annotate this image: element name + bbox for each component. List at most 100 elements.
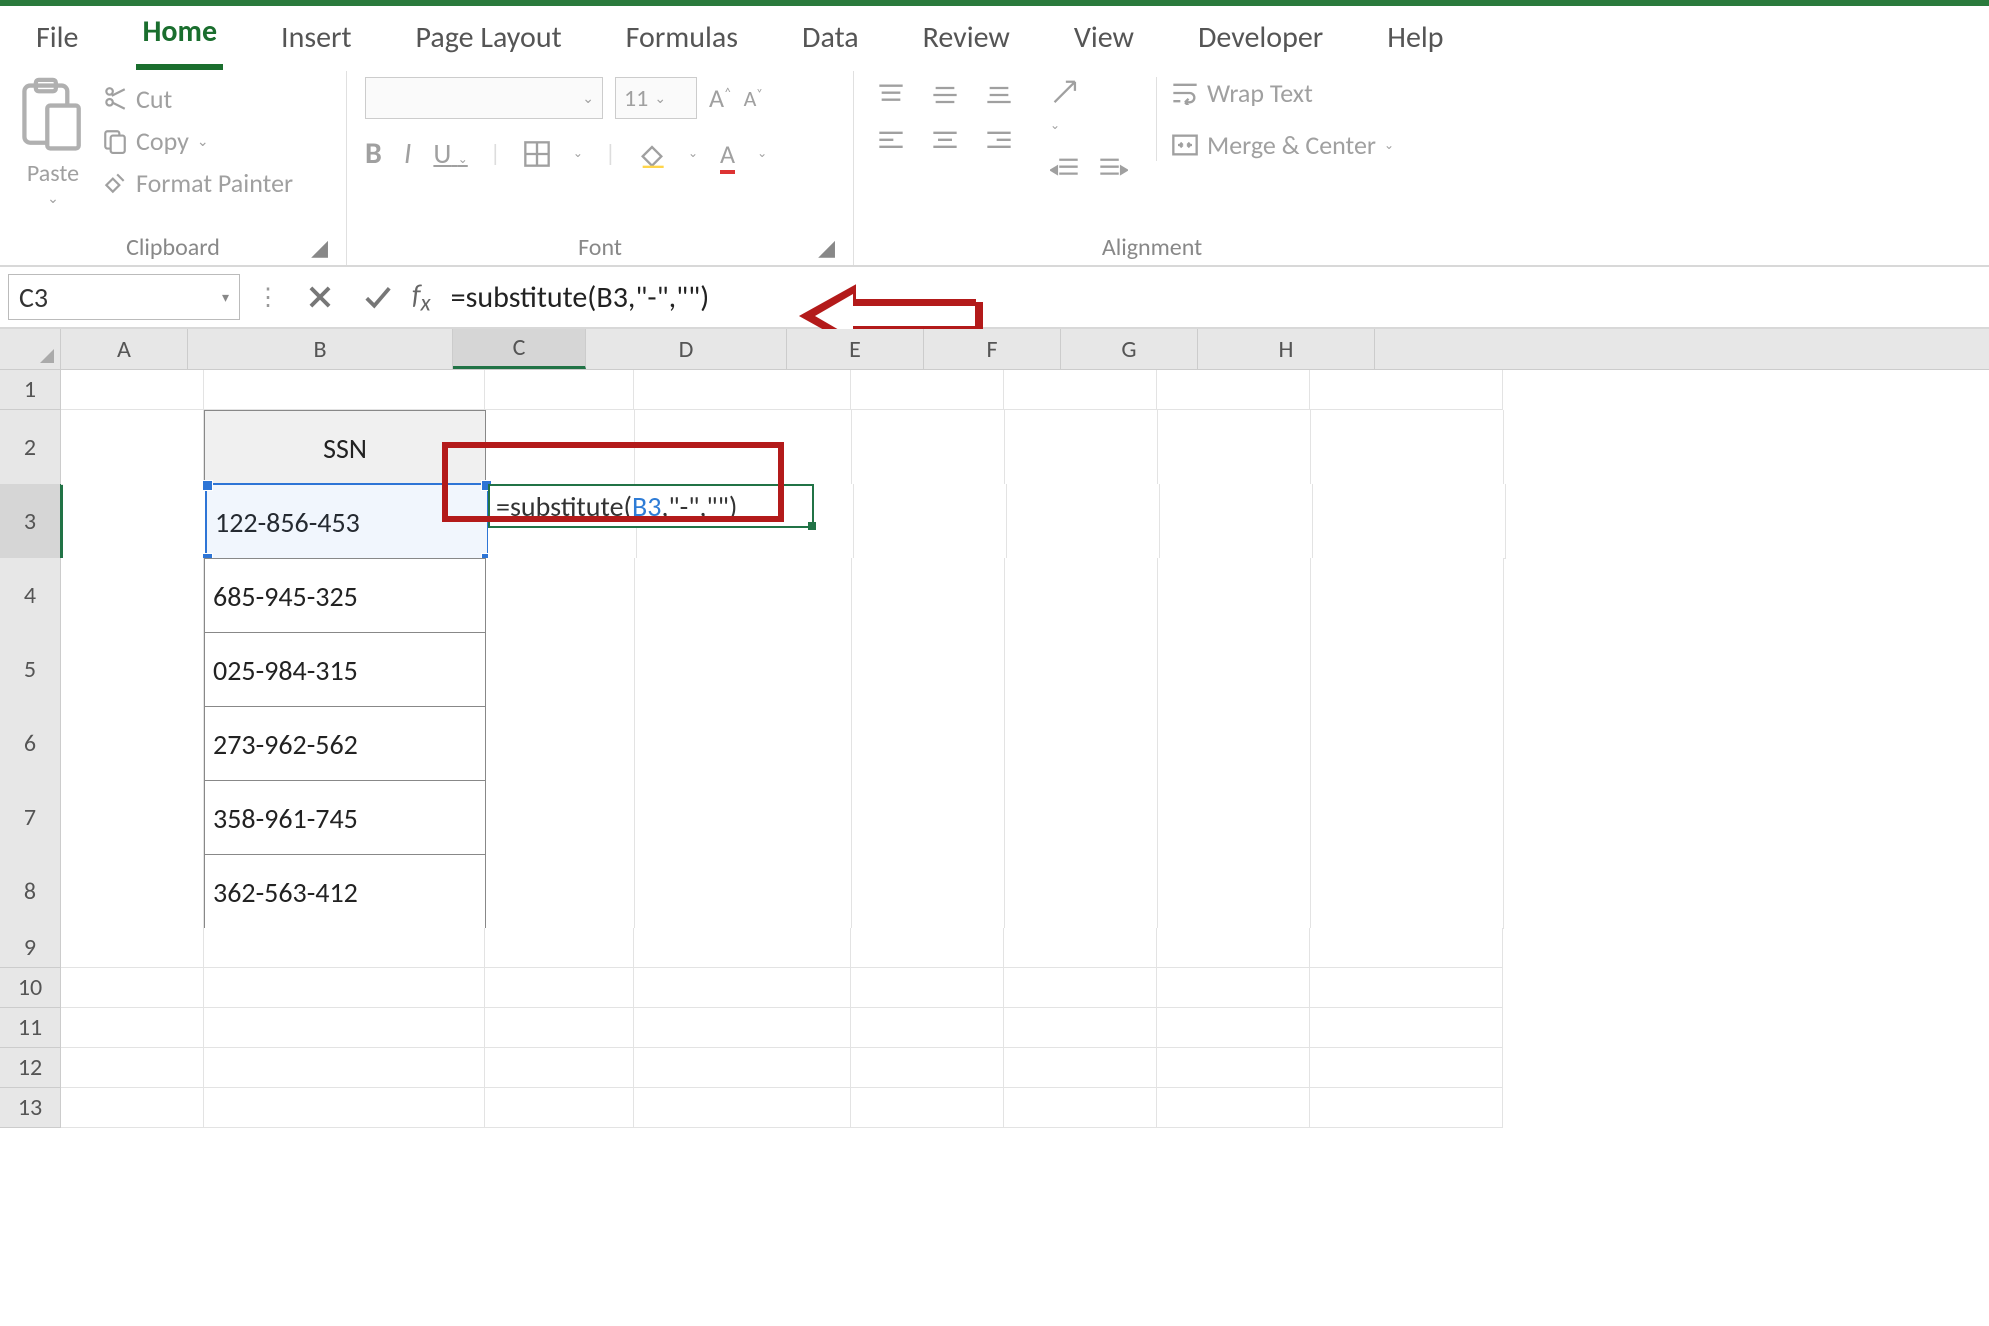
- cell-B7[interactable]: 358-961-745: [204, 780, 486, 856]
- cell-A3[interactable]: [63, 484, 206, 559]
- tab-insert[interactable]: Insert: [275, 9, 358, 70]
- cell-H6[interactable]: [1311, 706, 1504, 781]
- cell-C2[interactable]: [486, 410, 635, 485]
- cell-F6[interactable]: [1005, 706, 1158, 781]
- cell-E11[interactable]: [851, 1008, 1004, 1048]
- cell-editor[interactable]: =substitute(B3,"-",""): [488, 484, 814, 528]
- cell-E2[interactable]: [852, 410, 1005, 485]
- cell-A1[interactable]: [61, 370, 204, 410]
- row-header[interactable]: 12: [0, 1048, 61, 1088]
- bold-button[interactable]: B: [365, 135, 382, 172]
- orientation-button[interactable]: ⌄: [1050, 77, 1128, 136]
- cell-G11[interactable]: [1157, 1008, 1310, 1048]
- row-header[interactable]: 6: [0, 706, 61, 781]
- cell-B13[interactable]: [204, 1088, 485, 1128]
- cell-B3[interactable]: 122-856-453: [206, 484, 488, 560]
- cell-G2[interactable]: [1158, 410, 1311, 485]
- cell-F7[interactable]: [1005, 780, 1158, 855]
- cell-H7[interactable]: [1311, 780, 1504, 855]
- row-header[interactable]: 13: [0, 1088, 61, 1128]
- cell-B6[interactable]: 273-962-562: [204, 706, 486, 782]
- row-header[interactable]: 2: [0, 410, 61, 485]
- font-dialog-launcher-icon[interactable]: ◢: [818, 234, 835, 261]
- format-painter-button[interactable]: Format Painter: [102, 167, 293, 199]
- column-header-C[interactable]: C: [453, 329, 586, 369]
- cell-G7[interactable]: [1158, 780, 1311, 855]
- cell-F5[interactable]: [1005, 632, 1158, 707]
- align-middle-icon[interactable]: [931, 83, 959, 107]
- paste-icon[interactable]: [18, 77, 88, 157]
- cell-A7[interactable]: [61, 780, 204, 855]
- cell-B11[interactable]: [204, 1008, 485, 1048]
- borders-button[interactable]: [523, 140, 551, 168]
- cell-C11[interactable]: [485, 1008, 634, 1048]
- tab-file[interactable]: File: [30, 9, 84, 70]
- cell-D5[interactable]: [635, 632, 852, 707]
- clipboard-dialog-launcher-icon[interactable]: ◢: [311, 234, 328, 261]
- column-header-B[interactable]: B: [188, 329, 453, 369]
- cell-C9[interactable]: [485, 928, 634, 968]
- cell-D9[interactable]: [634, 928, 851, 968]
- select-all-corner[interactable]: [0, 329, 61, 369]
- formula-input[interactable]: =substitute(B3,"-",""): [451, 275, 1979, 319]
- cell-G9[interactable]: [1157, 928, 1310, 968]
- cell-H4[interactable]: [1311, 558, 1504, 633]
- increase-indent-icon[interactable]: [1098, 156, 1128, 182]
- cell-C3[interactable]: =substitute(B3,"-",""): [488, 484, 637, 559]
- cell-D12[interactable]: [634, 1048, 851, 1088]
- column-header-E[interactable]: E: [787, 329, 924, 369]
- copy-dropdown-icon[interactable]: ⌄: [197, 133, 209, 150]
- cell-G5[interactable]: [1158, 632, 1311, 707]
- cell-E5[interactable]: [852, 632, 1005, 707]
- align-center-icon[interactable]: [931, 129, 959, 153]
- cell-D1[interactable]: [634, 370, 851, 410]
- cell-A10[interactable]: [61, 968, 204, 1008]
- align-bottom-icon[interactable]: [985, 83, 1013, 107]
- tab-developer[interactable]: Developer: [1192, 9, 1329, 70]
- cell-D7[interactable]: [635, 780, 852, 855]
- cell-C13[interactable]: [485, 1088, 634, 1128]
- cell-E8[interactable]: [852, 854, 1005, 929]
- cell-C7[interactable]: [486, 780, 635, 855]
- row-header[interactable]: 11: [0, 1008, 61, 1048]
- font-size-select[interactable]: 11 ⌄: [615, 77, 697, 119]
- column-header-H[interactable]: H: [1198, 329, 1375, 369]
- cell-B2[interactable]: SSN: [204, 410, 486, 486]
- tab-data[interactable]: Data: [796, 9, 865, 70]
- row-header[interactable]: 5: [0, 632, 61, 707]
- cut-button[interactable]: Cut: [102, 83, 293, 115]
- cell-D10[interactable]: [634, 968, 851, 1008]
- cell-G13[interactable]: [1157, 1088, 1310, 1128]
- cell-B4[interactable]: 685-945-325: [204, 558, 486, 634]
- cell-G1[interactable]: [1157, 370, 1310, 410]
- cell-D11[interactable]: [634, 1008, 851, 1048]
- cell-C8[interactable]: [486, 854, 635, 929]
- cell-B9[interactable]: [204, 928, 485, 968]
- cell-A8[interactable]: [61, 854, 204, 929]
- decrease-indent-icon[interactable]: [1050, 156, 1080, 182]
- cell-E6[interactable]: [852, 706, 1005, 781]
- cell-A4[interactable]: [61, 558, 204, 633]
- cell-E3[interactable]: [854, 484, 1007, 559]
- row-header[interactable]: 1: [0, 370, 61, 410]
- cancel-formula-button[interactable]: [296, 275, 344, 319]
- font-color-button[interactable]: A: [720, 138, 735, 170]
- cell-H12[interactable]: [1310, 1048, 1503, 1088]
- tab-home[interactable]: Home: [136, 3, 223, 70]
- fill-color-button[interactable]: [638, 140, 666, 168]
- cell-B10[interactable]: [204, 968, 485, 1008]
- cell-F2[interactable]: [1005, 410, 1158, 485]
- cell-B8[interactable]: 362-563-412: [204, 854, 486, 930]
- cell-B1[interactable]: [204, 370, 485, 410]
- cell-F1[interactable]: [1004, 370, 1157, 410]
- cell-H1[interactable]: [1310, 370, 1503, 410]
- row-header[interactable]: 3: [0, 484, 63, 559]
- tab-view[interactable]: View: [1068, 9, 1140, 70]
- tab-formulas[interactable]: Formulas: [620, 9, 744, 70]
- tab-help[interactable]: Help: [1381, 9, 1449, 70]
- cell-C1[interactable]: [485, 370, 634, 410]
- cell-H13[interactable]: [1310, 1088, 1503, 1128]
- row-header[interactable]: 9: [0, 928, 61, 968]
- cell-G8[interactable]: [1158, 854, 1311, 929]
- cell-E1[interactable]: [851, 370, 1004, 410]
